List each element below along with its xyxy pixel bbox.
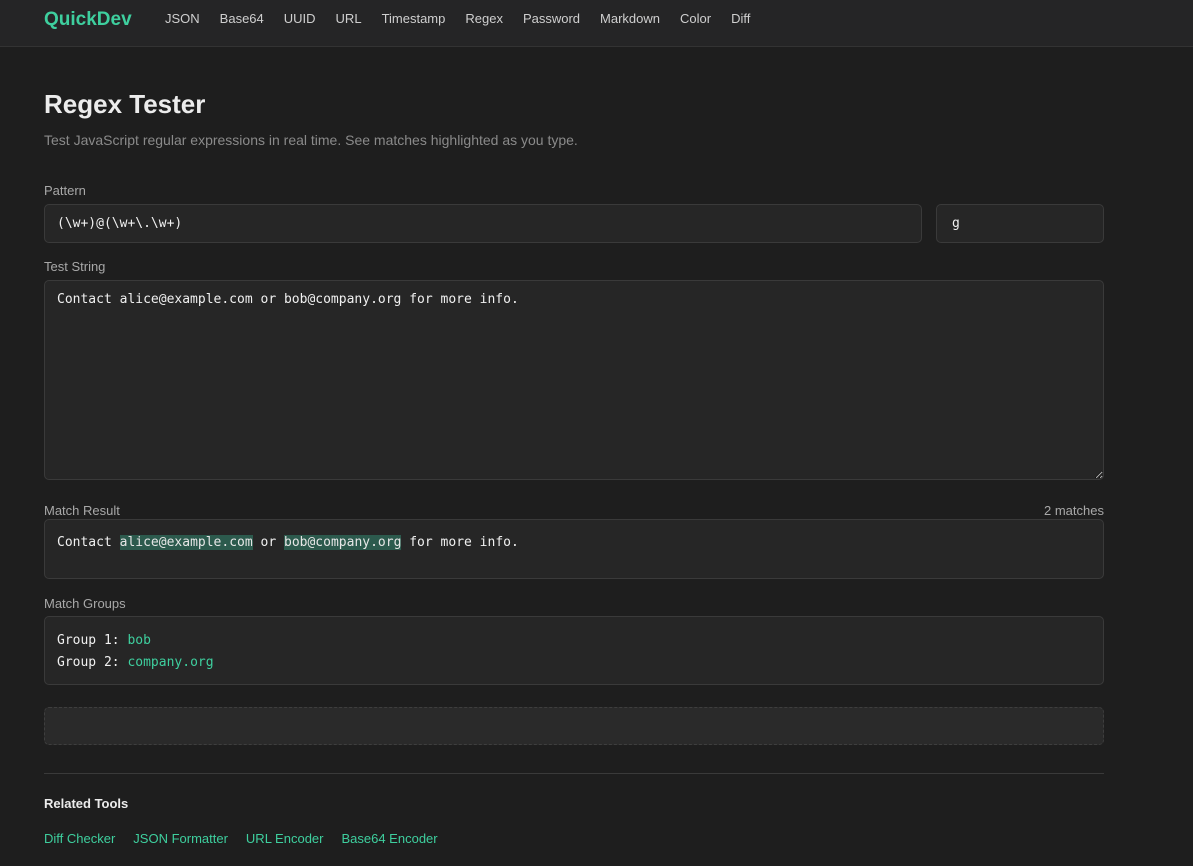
placeholder-panel [44, 707, 1104, 745]
section-divider [44, 773, 1104, 774]
brand-logo[interactable]: QuickDev [44, 8, 132, 32]
match-groups-label: Match Groups [44, 596, 126, 611]
group-name: Group 2: [57, 655, 128, 670]
result-text: or [252, 535, 284, 550]
related-link-diff-checker[interactable]: Diff Checker [44, 831, 115, 846]
nav-uuid[interactable]: UUID [284, 11, 316, 27]
group-name: Group 1: [57, 633, 128, 648]
group-row: Group 1: bob [57, 630, 1091, 652]
test-string-label: Test String [44, 259, 106, 274]
main-nav: JSON Base64 UUID URL Timestamp Regex Pas… [165, 11, 770, 27]
result-text: for more info. [401, 535, 519, 550]
pattern-input[interactable] [44, 204, 922, 243]
match-result-label: Match Result [44, 503, 120, 518]
nav-base64[interactable]: Base64 [220, 11, 264, 27]
page-subtitle: Test JavaScript regular expressions in r… [44, 132, 578, 148]
match-result-box: Contact alice@example.com or bob@company… [44, 519, 1104, 579]
page-title: Regex Tester [44, 89, 206, 119]
flags-input[interactable] [936, 204, 1104, 243]
nav-json[interactable]: JSON [165, 11, 200, 27]
match-highlight: alice@example.com [119, 535, 253, 550]
match-groups-box: Group 1: bob Group 2: company.org [44, 616, 1104, 685]
nav-markdown[interactable]: Markdown [600, 11, 660, 27]
related-link-base64-encoder[interactable]: Base64 Encoder [341, 831, 437, 846]
pattern-label: Pattern [44, 183, 86, 198]
nav-regex[interactable]: Regex [465, 11, 503, 27]
related-link-url-encoder[interactable]: URL Encoder [246, 831, 324, 846]
result-text: Contact [57, 535, 120, 550]
group-value: company.org [127, 655, 214, 670]
nav-diff[interactable]: Diff [731, 11, 750, 27]
related-tools-links: Diff Checker JSON Formatter URL Encoder … [44, 831, 456, 846]
group-row: Group 2: company.org [57, 652, 1091, 674]
top-navbar: QuickDev JSON Base64 UUID URL Timestamp … [0, 0, 1193, 47]
match-count: 2 matches [1044, 503, 1104, 518]
test-string-textarea[interactable]: Contact alice@example.com or bob@company… [44, 280, 1104, 480]
related-link-json-formatter[interactable]: JSON Formatter [133, 831, 228, 846]
related-tools-title: Related Tools [44, 796, 129, 811]
nav-color[interactable]: Color [680, 11, 711, 27]
group-value: bob [127, 633, 151, 648]
match-highlight: bob@company.org [284, 535, 402, 550]
nav-timestamp[interactable]: Timestamp [382, 11, 446, 27]
nav-url[interactable]: URL [336, 11, 362, 27]
nav-password[interactable]: Password [523, 11, 580, 27]
